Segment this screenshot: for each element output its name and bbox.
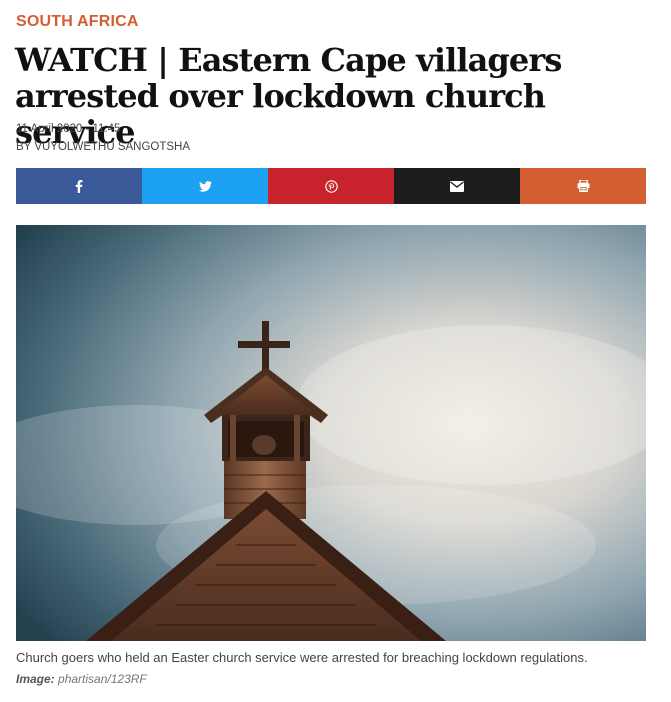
share-bar	[16, 168, 646, 204]
credit-label: Image:	[16, 672, 55, 686]
section-label[interactable]: SOUTH AFRICA	[16, 13, 139, 31]
publish-date: 11 April 2020 - 11:45	[16, 123, 121, 135]
article-photo	[16, 225, 646, 641]
church-steeple-image	[16, 225, 646, 641]
email-share-button[interactable]	[394, 168, 520, 204]
photo-caption: Church goers who held an Easter church s…	[16, 650, 588, 665]
email-icon	[450, 180, 464, 192]
byline: BY VUYOLWETHU SANGOTSHA	[16, 141, 191, 153]
pinterest-share-button[interactable]	[268, 168, 394, 204]
credit-value: phartisan/123RF	[58, 672, 147, 686]
facebook-share-button[interactable]	[16, 168, 142, 204]
pinterest-icon	[324, 179, 338, 193]
facebook-icon	[75, 179, 83, 193]
twitter-icon	[198, 180, 212, 192]
photo-credit: Image: phartisan/123RF	[16, 672, 147, 686]
print-icon	[577, 180, 589, 192]
print-button[interactable]	[520, 168, 646, 204]
twitter-share-button[interactable]	[142, 168, 268, 204]
